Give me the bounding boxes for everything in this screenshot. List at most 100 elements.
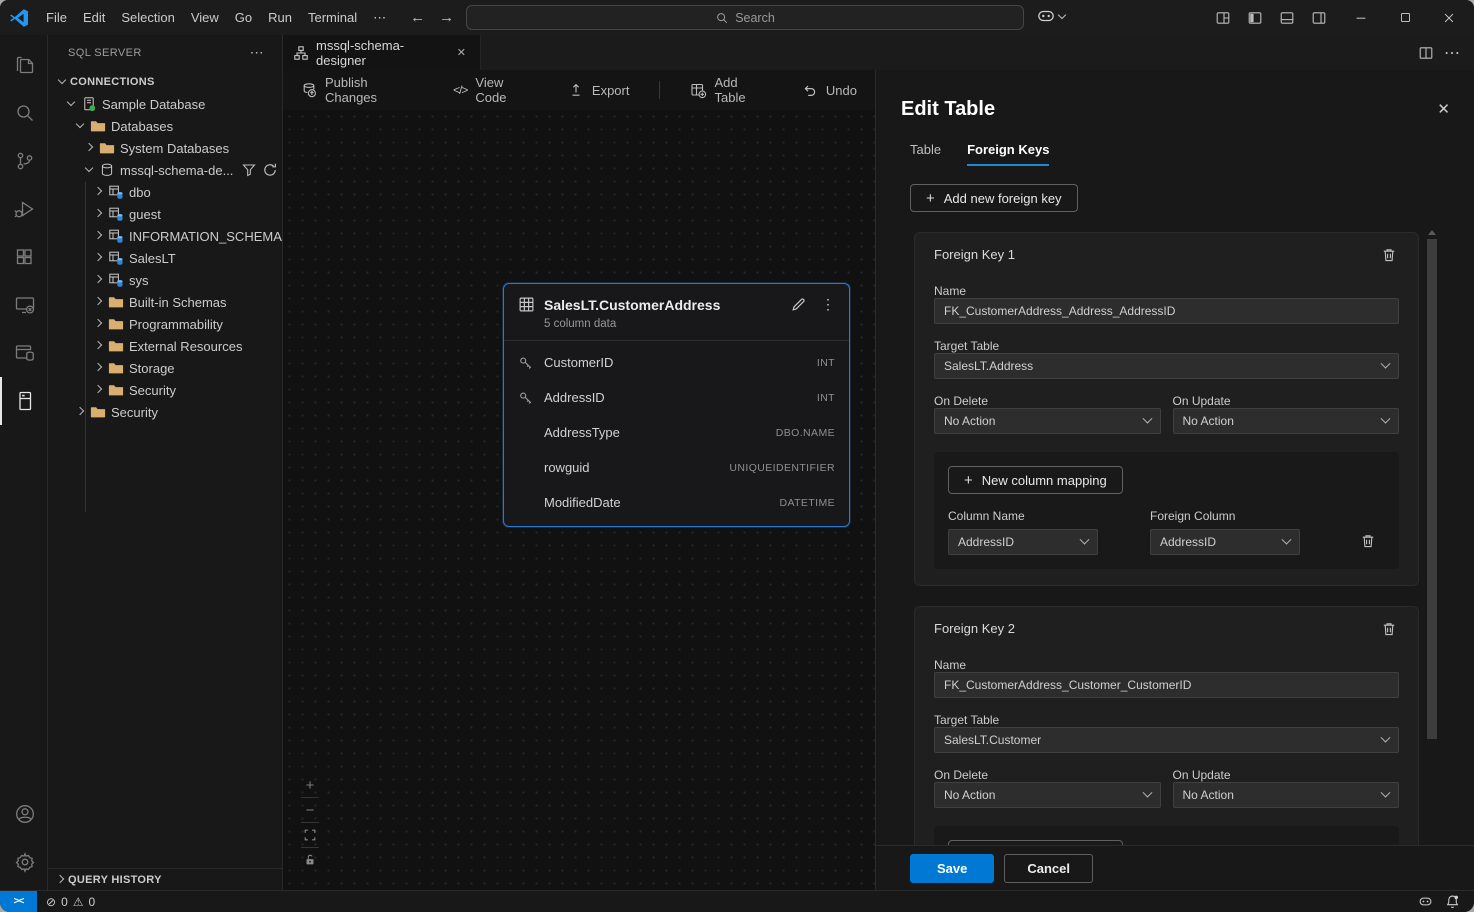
toggle-secondary-sidebar-icon[interactable]: [1306, 6, 1332, 30]
copilot-menu[interactable]: [1036, 6, 1065, 26]
customize-layout-icon[interactable]: [1210, 6, 1236, 30]
activity-source-control-icon[interactable]: [0, 137, 48, 185]
nav-forward-icon[interactable]: →: [439, 9, 454, 26]
export-button[interactable]: Export: [568, 82, 630, 98]
scrollbar-up-arrow[interactable]: [1428, 230, 1436, 235]
nav-back-icon[interactable]: ←: [410, 9, 425, 26]
filter-icon[interactable]: [241, 162, 257, 178]
query-history-section[interactable]: QUERY HISTORY: [48, 868, 282, 890]
close-window-button[interactable]: [1434, 5, 1464, 31]
menu-more[interactable]: ⋯: [365, 7, 394, 29]
menu-file[interactable]: File: [38, 7, 75, 28]
tree-item-connections[interactable]: CONNECTIONS: [48, 71, 282, 93]
fk1-column-name-select[interactable]: AddressID: [948, 529, 1098, 555]
fk1-delete-trash-icon[interactable]: [1381, 247, 1399, 265]
save-button[interactable]: Save: [910, 854, 994, 883]
tree-item-programmability[interactable]: Programmability: [48, 313, 282, 335]
panel-scrollbar[interactable]: [1427, 230, 1437, 845]
fk1-on-delete-select[interactable]: No Action: [934, 408, 1161, 434]
toggle-primary-sidebar-icon[interactable]: [1242, 6, 1268, 30]
fk2-on-delete-select[interactable]: No Action: [934, 782, 1161, 808]
table-column-customerid[interactable]: CustomerIDINT: [504, 345, 849, 380]
lock-canvas-button[interactable]: [299, 848, 321, 872]
table-column-rowguid[interactable]: rowguidUNIQUEIDENTIFIER: [504, 450, 849, 485]
remote-indicator[interactable]: ><: [0, 891, 37, 912]
zoom-out-button[interactable]: −: [299, 798, 321, 822]
tree-item-label: Built-in Schemas: [129, 295, 227, 310]
table-card-menu-icon[interactable]: ⋮: [821, 296, 835, 313]
fk2-on-update-select[interactable]: No Action: [1173, 782, 1400, 808]
table-column-addressid[interactable]: AddressIDINT: [504, 380, 849, 415]
activity-account-icon[interactable]: [0, 790, 48, 838]
fk2-target-table-select[interactable]: SalesLT.Customer: [934, 727, 1399, 753]
split-editor-icon[interactable]: [1418, 45, 1434, 61]
tab-mssql-schema-designer[interactable]: mssql-schema-designer ✕: [283, 35, 481, 70]
fk1-mapping-delete-trash-icon[interactable]: [1360, 533, 1378, 551]
tree-item-external-resources[interactable]: External Resources: [48, 335, 282, 357]
fk1-target-table-select[interactable]: SalesLT.Address: [934, 353, 1399, 379]
editor-more-actions[interactable]: ⋯: [1444, 43, 1460, 63]
publish-changes-button[interactable]: Publish Changes: [301, 75, 423, 105]
tree-item-information-schema[interactable]: INFORMATION_SCHEMA: [48, 225, 282, 247]
command-search-input[interactable]: Search: [466, 5, 1024, 30]
activity-extensions-icon[interactable]: [0, 233, 48, 281]
tab-close-icon[interactable]: ✕: [453, 45, 470, 60]
tree-item-saleslt[interactable]: SalesLT: [48, 247, 282, 269]
tree-item-sys[interactable]: sys: [48, 269, 282, 291]
tree-item-dbo[interactable]: dbo: [48, 181, 282, 203]
fk2-name-input[interactable]: FK_CustomerAddress_Customer_CustomerID: [934, 672, 1399, 698]
refresh-icon[interactable]: [262, 162, 278, 178]
edit-table-pencil-icon[interactable]: [790, 296, 807, 313]
maximize-button[interactable]: [1390, 5, 1420, 31]
view-code-button[interactable]: </> View Code: [453, 75, 538, 105]
menu-go[interactable]: Go: [227, 7, 260, 28]
copilot-status-icon[interactable]: [1418, 894, 1433, 909]
activity-search-icon[interactable]: [0, 89, 48, 137]
activity-database-projects-icon[interactable]: [0, 329, 48, 377]
menu-run[interactable]: Run: [260, 7, 300, 28]
activity-remote-explorer-icon[interactable]: [0, 281, 48, 329]
tree-item-storage[interactable]: Storage: [48, 357, 282, 379]
activity-run-and-debug-icon[interactable]: [0, 185, 48, 233]
scrollbar-thumb[interactable]: [1427, 239, 1437, 739]
tree-item-security[interactable]: Security: [48, 401, 282, 423]
tree-item-system-databases[interactable]: System Databases: [48, 137, 282, 159]
minimize-button[interactable]: [1346, 5, 1376, 31]
fk2-new-column-mapping-button[interactable]: + New column mapping: [948, 840, 1123, 845]
tree-item-guest[interactable]: guest: [48, 203, 282, 225]
fk2-delete-trash-icon[interactable]: [1381, 621, 1399, 639]
cancel-button[interactable]: Cancel: [1004, 854, 1093, 883]
fit-view-button[interactable]: [299, 823, 321, 847]
table-column-modifieddate[interactable]: ModifiedDateDATETIME: [504, 485, 849, 520]
add-new-foreign-key-button[interactable]: + Add new foreign key: [910, 184, 1078, 212]
tree-item-databases[interactable]: Databases: [48, 115, 282, 137]
activity-explorer-icon[interactable]: [0, 41, 48, 89]
fk1-foreign-column-select[interactable]: AddressID: [1150, 529, 1300, 555]
toggle-panel-icon[interactable]: [1274, 6, 1300, 30]
panel-close-icon[interactable]: ✕: [1437, 100, 1450, 118]
menu-edit[interactable]: Edit: [75, 7, 113, 28]
menu-view[interactable]: View: [183, 7, 227, 28]
tab-foreign-keys[interactable]: Foreign Keys: [967, 142, 1049, 166]
tab-table[interactable]: Table: [910, 142, 941, 166]
fk1-name-input[interactable]: FK_CustomerAddress_Address_AddressID: [934, 298, 1399, 324]
designer-canvas[interactable]: SalesLT.CustomerAddress ⋮ 5 column data …: [283, 110, 875, 890]
table-column-addresstype[interactable]: AddressTypeDBO.NAME: [504, 415, 849, 450]
fk1-new-column-mapping-button[interactable]: + New column mapping: [948, 466, 1123, 494]
table-card-customeraddress[interactable]: SalesLT.CustomerAddress ⋮ 5 column data …: [503, 283, 850, 527]
add-table-button[interactable]: Add Table: [690, 75, 771, 105]
activity-sql-server-icon[interactable]: [0, 377, 48, 425]
activity-settings-icon[interactable]: [0, 838, 48, 886]
zoom-in-button[interactable]: +: [299, 773, 321, 797]
tree-item-security[interactable]: Security: [48, 379, 282, 401]
menu-selection[interactable]: Selection: [113, 7, 182, 28]
tree-item-built-in-schemas[interactable]: Built-in Schemas: [48, 291, 282, 313]
sidebar-more-actions[interactable]: ⋯: [244, 42, 270, 63]
tree-item-mssql-schema-de[interactable]: mssql-schema-de...: [48, 159, 282, 181]
fk1-on-update-select[interactable]: No Action: [1173, 408, 1400, 434]
menu-terminal[interactable]: Terminal: [300, 7, 365, 28]
undo-button[interactable]: Undo: [802, 82, 857, 98]
notifications-bell-icon[interactable]: [1445, 894, 1460, 909]
tree-item-sample-database[interactable]: Sample Database: [48, 93, 282, 115]
problems-status[interactable]: ⊘ 0 ⚠ 0: [46, 895, 95, 909]
